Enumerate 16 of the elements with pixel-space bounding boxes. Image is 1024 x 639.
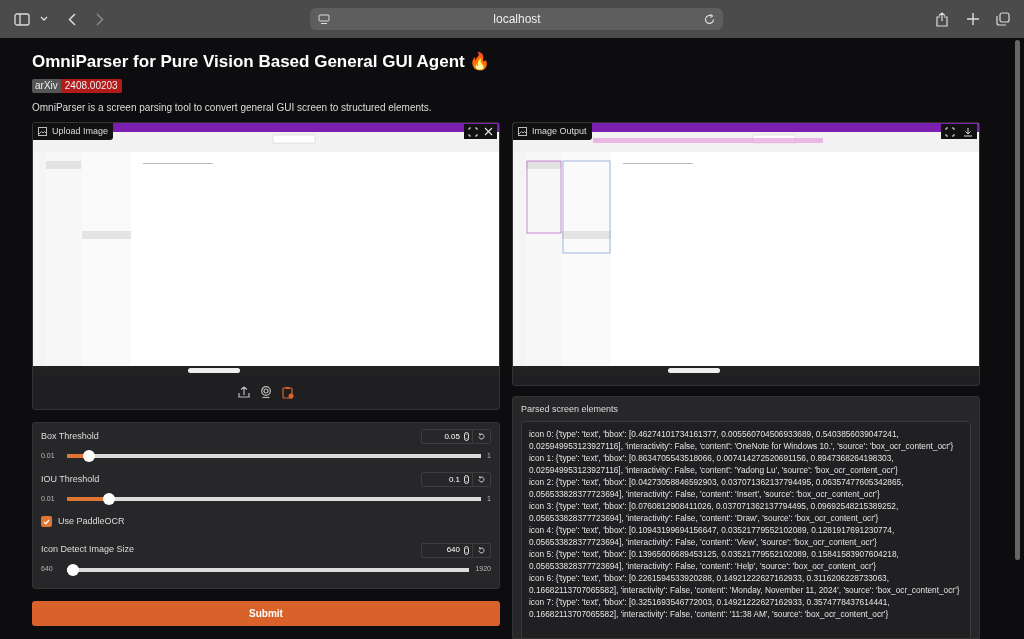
number-field[interactable]: 640	[421, 542, 473, 558]
output-line: icon 7: {'type': 'text', 'bbox': [0.3251693546772003, 0.14921222627162933, 0.3574778437614441, 0.16682113707065582], 'interactivity': False, 'content': '11:38 AM', 'source': 'box_ocr_content_ocr'}	[529, 596, 891, 620]
panel-title: Parsed screen elements	[521, 403, 620, 415]
slider-label: Icon Detect Image Size	[41, 543, 135, 557]
number-field[interactable]: 0.05	[421, 429, 473, 444]
address-text: localhost	[492, 11, 542, 28]
label-text: Image Output	[532, 124, 587, 138]
description-text: OmniParser is a screen parsing tool to convert general GUI screen to structured elements.	[32, 101, 433, 115]
page-title: OmniParser for Pure Vision Based General GUI Agent 🔥	[32, 51, 492, 73]
slider-label: Box Threshold	[41, 429, 99, 443]
number-field[interactable]: 0.1	[421, 472, 473, 487]
address-bar[interactable]: localhost	[310, 8, 723, 30]
submit-button[interactable]: Submit	[32, 600, 500, 626]
checkbox-label: Use PaddleOCR	[58, 515, 125, 528]
label-text: Upload Image	[52, 124, 109, 138]
slider-label: IOU Threshold	[41, 472, 100, 486]
